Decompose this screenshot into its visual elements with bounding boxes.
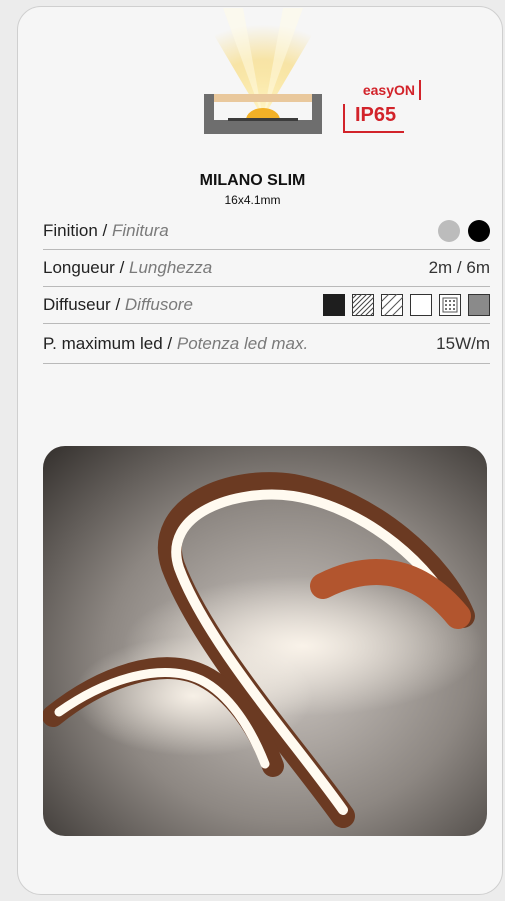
product-photo [43,446,487,836]
badge-ip65: IP65 [343,104,405,133]
spec-row-diffuser: Diffuseur / Diffusore [43,287,490,324]
length-value: 2m / 6m [428,258,490,277]
diffuser-swatch-grey[interactable] [468,294,490,316]
diffuser-swatch-striped-sparse[interactable] [381,294,403,316]
diffuser-swatch-striped-dense[interactable] [352,294,374,316]
power-value: 15W/m [436,333,490,353]
led-profile-icon [198,8,328,134]
badge-easyon: easyON [363,80,421,100]
ip65-badge: easyON IP65 [343,80,421,140]
spec-row-finish: Finition / Finitura [43,213,490,250]
finish-swatch-black[interactable] [468,220,490,242]
spec-label: P. maximum led / Potenza led max. [43,333,309,353]
spec-label: Finition / Finitura [43,221,169,240]
diffuser-swatch-clear[interactable] [410,294,432,316]
product-dimensions: 16x4.1mm [224,193,281,207]
spec-label: Diffuseur / Diffusore [43,295,193,314]
diffuser-swatch-black[interactable] [323,294,345,316]
product-title: MILANO SLIM [199,172,306,189]
spec-row-length: Longueur / Lunghezza 2m / 6m [43,250,490,287]
diffuser-swatch-dotted[interactable] [439,294,461,316]
spec-row-power: P. maximum led / Potenza led max. 15W/m [43,324,490,364]
finish-swatch-grey[interactable] [438,220,460,242]
spec-label: Longueur / Lunghezza [43,258,213,277]
